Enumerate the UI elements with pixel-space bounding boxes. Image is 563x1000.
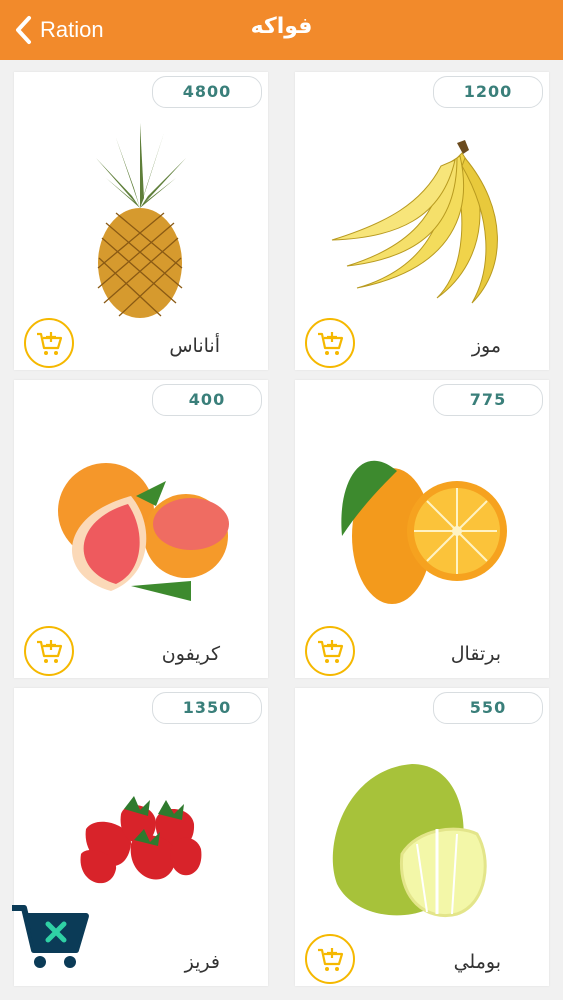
price-badge: 1350: [152, 692, 262, 724]
price-badge: 400: [152, 384, 262, 416]
product-name: كريفون: [161, 643, 220, 665]
product-name: بوملي: [453, 951, 501, 973]
product-card-orange[interactable]: 775 برتقال: [295, 380, 549, 678]
price-badge: 775: [433, 384, 543, 416]
product-name: أناناس: [169, 335, 220, 357]
product-grid: 1200 موز 4800 أناناس 775 برتقال 400 كريف…: [0, 0, 563, 1000]
add-to-cart-button[interactable]: [24, 318, 74, 368]
product-name: موز: [471, 335, 501, 357]
add-to-cart-button[interactable]: [24, 626, 74, 676]
product-card-grapefruit[interactable]: 400 كريفون: [14, 380, 268, 678]
product-card-pineapple[interactable]: 4800 أناناس: [14, 72, 268, 370]
add-cart-icon: [318, 332, 344, 355]
price-badge: 550: [433, 692, 543, 724]
cart-icon: [12, 905, 89, 968]
pineapple-image: [36, 118, 246, 328]
grapefruit-image: [36, 426, 246, 636]
add-cart-icon: [318, 640, 344, 663]
add-cart-icon: [318, 948, 344, 971]
add-to-cart-button[interactable]: [305, 626, 355, 676]
product-card-pomelo[interactable]: 550 بوملي: [295, 688, 549, 986]
add-to-cart-button[interactable]: [305, 934, 355, 984]
pomelo-image: [317, 734, 527, 944]
add-cart-icon: [37, 332, 63, 355]
product-name: برتقال: [450, 643, 501, 665]
floating-cart-button[interactable]: [10, 902, 90, 972]
product-card-banana[interactable]: 1200 موز: [295, 72, 549, 370]
add-to-cart-button[interactable]: [305, 318, 355, 368]
orange-image: [317, 426, 527, 636]
product-name: فريز: [184, 951, 220, 973]
add-cart-icon: [37, 640, 63, 663]
banana-image: [317, 118, 527, 328]
price-badge: 4800: [152, 76, 262, 108]
price-badge: 1200: [433, 76, 543, 108]
